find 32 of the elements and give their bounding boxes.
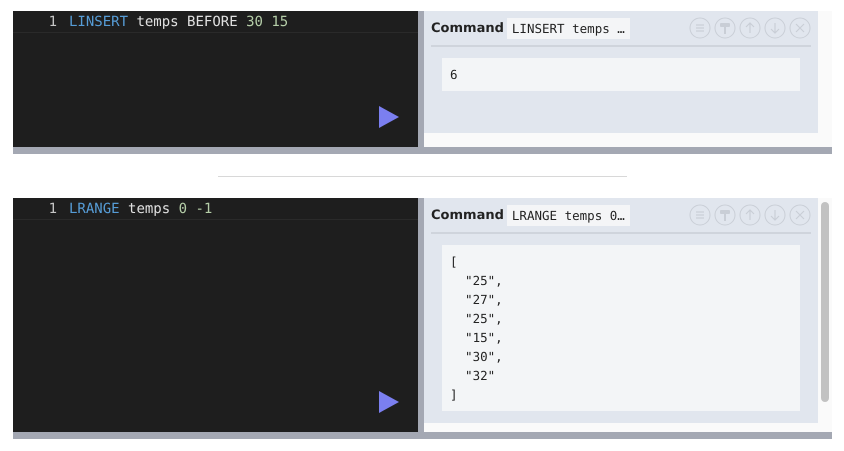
close-icon[interactable] xyxy=(789,204,811,226)
output-line: "32" xyxy=(464,367,496,385)
close-icon[interactable] xyxy=(789,17,811,39)
line-number: 1 xyxy=(48,200,58,216)
output-line: "30", xyxy=(464,348,504,366)
output-line: 6 xyxy=(450,66,459,84)
run-button[interactable] xyxy=(379,391,399,413)
output-line: "27", xyxy=(464,291,504,309)
command-text: LINSERT temps … xyxy=(506,18,630,38)
output-line: "25", xyxy=(464,272,504,290)
paint-roller-icon[interactable] xyxy=(714,17,736,39)
command-label: Command xyxy=(431,20,504,36)
run-button[interactable] xyxy=(379,106,399,128)
output-line: ] xyxy=(450,386,459,404)
code-line: LINSERT temps BEFORE 30 15 xyxy=(69,14,288,30)
command-label: Command xyxy=(431,208,504,222)
code-editor[interactable]: 1 LINSERT temps BEFORE 30 15 xyxy=(13,11,424,147)
scrollbar[interactable] xyxy=(821,202,829,402)
output-line: "25", xyxy=(464,310,504,328)
code-editor[interactable]: 1 LRANGE temps 0 -1 xyxy=(13,198,424,432)
code-line: LRANGE temps 0 -1 xyxy=(69,200,212,216)
arrow-up-icon[interactable] xyxy=(739,204,761,226)
arrow-down-icon[interactable] xyxy=(764,17,786,39)
output-line: [ xyxy=(450,253,459,271)
paint-roller-icon[interactable] xyxy=(714,204,736,226)
list-icon[interactable] xyxy=(689,204,711,226)
line-number: 1 xyxy=(48,14,58,30)
arrow-up-icon[interactable] xyxy=(739,17,761,39)
arrow-down-icon[interactable] xyxy=(764,204,786,226)
command-text: LRANGE temps 0… xyxy=(506,204,630,226)
output-line: "15", xyxy=(464,329,504,347)
list-icon[interactable] xyxy=(689,17,711,39)
